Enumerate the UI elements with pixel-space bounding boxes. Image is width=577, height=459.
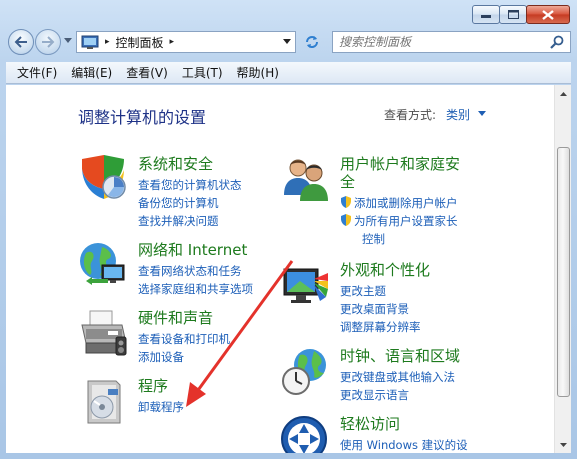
menu-file[interactable]: 文件(F) bbox=[10, 64, 64, 81]
menu-edit[interactable]: 编辑(E) bbox=[64, 64, 119, 81]
maximize-button[interactable] bbox=[499, 5, 527, 24]
category-title-user-accounts[interactable]: 用户帐户和家庭安 全 bbox=[340, 155, 460, 191]
link-adjust-resolution[interactable]: 调整屏幕分辨率 bbox=[340, 319, 421, 335]
chevron-down-icon[interactable] bbox=[478, 111, 486, 116]
address-dropdown-icon[interactable] bbox=[283, 39, 291, 44]
category-title-appearance[interactable]: 外观和个性化 bbox=[340, 261, 430, 279]
link-change-display-language[interactable]: 更改显示语言 bbox=[340, 387, 409, 403]
minimize-button[interactable] bbox=[472, 5, 500, 24]
scroll-down-icon bbox=[560, 442, 567, 447]
link-change-keyboards[interactable]: 更改键盘或其他输入法 bbox=[340, 369, 455, 385]
window-frame: ▸ 控制面板 ▸ 文件(F) 编辑(E) 查看(V) 工具(T) 帮助 bbox=[0, 0, 577, 459]
close-icon bbox=[542, 9, 554, 20]
link-change-desktop-background[interactable]: 更改桌面背景 bbox=[340, 301, 409, 317]
uac-shield-icon bbox=[341, 214, 351, 226]
category-system-security: 系统和安全 查看您的计算机状态 备份您的计算机 查找并解决问题 bbox=[78, 155, 278, 228]
close-button[interactable] bbox=[526, 5, 570, 24]
category-clock-language-region: 时钟、语言和区域 更改键盘或其他输入法 更改显示语言 bbox=[280, 347, 520, 407]
printer-icon bbox=[81, 310, 127, 356]
scroll-up-icon bbox=[560, 91, 567, 96]
view-by-label: 查看方式: bbox=[384, 108, 437, 122]
link-find-fix-problems[interactable]: 查找并解决问题 bbox=[138, 213, 219, 229]
forward-button[interactable] bbox=[35, 29, 61, 55]
link-view-devices-printers[interactable]: 查看设备和打印机 bbox=[138, 331, 230, 347]
navigation-bar: ▸ 控制面板 ▸ bbox=[6, 29, 571, 55]
monitor-appearance-icon bbox=[283, 268, 328, 303]
category-user-accounts: 用户帐户和家庭安 全 添加或删除用户帐户 为所有用户设置家长 控制 bbox=[280, 155, 520, 251]
menu-bar: 文件(F) 编辑(E) 查看(V) 工具(T) 帮助(H) bbox=[6, 62, 571, 84]
network-globe-icon bbox=[80, 243, 125, 285]
scrollbar-thumb[interactable] bbox=[557, 147, 570, 397]
breadcrumb-control-panel[interactable]: 控制面板 bbox=[116, 34, 164, 51]
breadcrumb-separator[interactable]: ▸ bbox=[170, 37, 175, 47]
category-title-system-security[interactable]: 系统和安全 bbox=[138, 155, 213, 173]
menu-view[interactable]: 查看(V) bbox=[119, 64, 175, 81]
address-bar[interactable]: ▸ 控制面板 ▸ bbox=[76, 31, 296, 53]
ease-of-access-icon bbox=[281, 416, 327, 453]
link-homegroup-sharing[interactable]: 选择家庭组和共享选项 bbox=[138, 281, 253, 297]
link-backup-computer[interactable]: 备份您的计算机 bbox=[138, 195, 219, 211]
scroll-up-button[interactable] bbox=[556, 85, 571, 102]
category-title-line: 全 bbox=[340, 173, 356, 191]
control-panel-content: 调整计算机的设置 查看方式: 类别 系统和安全 查看您的计算机状态 备份您的计算… bbox=[6, 85, 571, 453]
category-title-programs[interactable]: 程序 bbox=[138, 377, 168, 395]
menu-tools[interactable]: 工具(T) bbox=[175, 64, 230, 81]
category-programs: 程序 卸载程序 bbox=[78, 377, 278, 437]
window-controls bbox=[472, 5, 570, 24]
minimize-icon bbox=[481, 14, 491, 18]
link-label: 添加或删除用户帐户 bbox=[354, 196, 458, 210]
link-parental-controls-continued[interactable]: 控制 bbox=[362, 231, 385, 247]
arrow-right-icon bbox=[42, 36, 55, 48]
breadcrumb-separator: ▸ bbox=[105, 37, 110, 47]
category-hardware-sound: 硬件和声音 查看设备和打印机 添加设备 bbox=[78, 309, 278, 369]
maximize-icon bbox=[507, 10, 519, 19]
menu-help[interactable]: 帮助(H) bbox=[230, 64, 286, 81]
control-panel-icon bbox=[81, 35, 99, 49]
vertical-scrollbar[interactable] bbox=[554, 85, 571, 453]
recent-pages-dropdown-icon[interactable] bbox=[64, 38, 72, 43]
link-add-device[interactable]: 添加设备 bbox=[138, 349, 184, 365]
link-view-network-status[interactable]: 查看网络状态和任务 bbox=[138, 263, 242, 279]
search-input[interactable] bbox=[333, 32, 533, 52]
category-title-clock-language[interactable]: 时钟、语言和区域 bbox=[340, 347, 460, 365]
category-ease-of-access: 轻松访问 使用 Windows 建议的设 bbox=[280, 415, 520, 453]
uac-shield-icon bbox=[341, 196, 351, 208]
category-title-ease-of-access[interactable]: 轻松访问 bbox=[340, 415, 400, 433]
link-view-computer-status[interactable]: 查看您的计算机状态 bbox=[138, 177, 242, 193]
category-title-line: 用户帐户和家庭安 bbox=[340, 155, 461, 173]
back-button[interactable] bbox=[8, 29, 34, 55]
category-title-hardware-sound[interactable]: 硬件和声音 bbox=[138, 309, 213, 327]
shield-system-icon bbox=[82, 155, 126, 199]
clock-globe-icon bbox=[282, 349, 326, 395]
scroll-down-button[interactable] bbox=[556, 436, 571, 453]
link-change-theme[interactable]: 更改主题 bbox=[340, 283, 386, 299]
users-icon bbox=[284, 159, 328, 201]
category-network-internet: 网络和 Internet 查看网络状态和任务 选择家庭组和共享选项 bbox=[78, 241, 278, 301]
refresh-button[interactable] bbox=[300, 31, 324, 53]
refresh-icon bbox=[306, 36, 318, 48]
programs-icon bbox=[87, 380, 121, 424]
link-label: 为所有用户设置家长 bbox=[354, 214, 458, 228]
link-windows-suggestions[interactable]: 使用 Windows 建议的设 bbox=[340, 437, 468, 453]
search-icon[interactable] bbox=[550, 35, 564, 49]
arrow-left-icon bbox=[14, 36, 27, 48]
category-title-network-internet[interactable]: 网络和 Internet bbox=[138, 241, 247, 259]
view-by-dropdown[interactable]: 类别 bbox=[446, 106, 470, 123]
search-box[interactable] bbox=[332, 31, 571, 53]
link-uninstall-program[interactable]: 卸载程序 bbox=[138, 399, 184, 415]
category-appearance: 外观和个性化 更改主题 更改桌面背景 调整屏幕分辨率 bbox=[280, 261, 520, 334]
link-add-remove-accounts[interactable]: 添加或删除用户帐户 bbox=[340, 195, 458, 211]
page-title: 调整计算机的设置 bbox=[78, 108, 207, 127]
link-parental-controls[interactable]: 为所有用户设置家长 bbox=[340, 213, 458, 229]
